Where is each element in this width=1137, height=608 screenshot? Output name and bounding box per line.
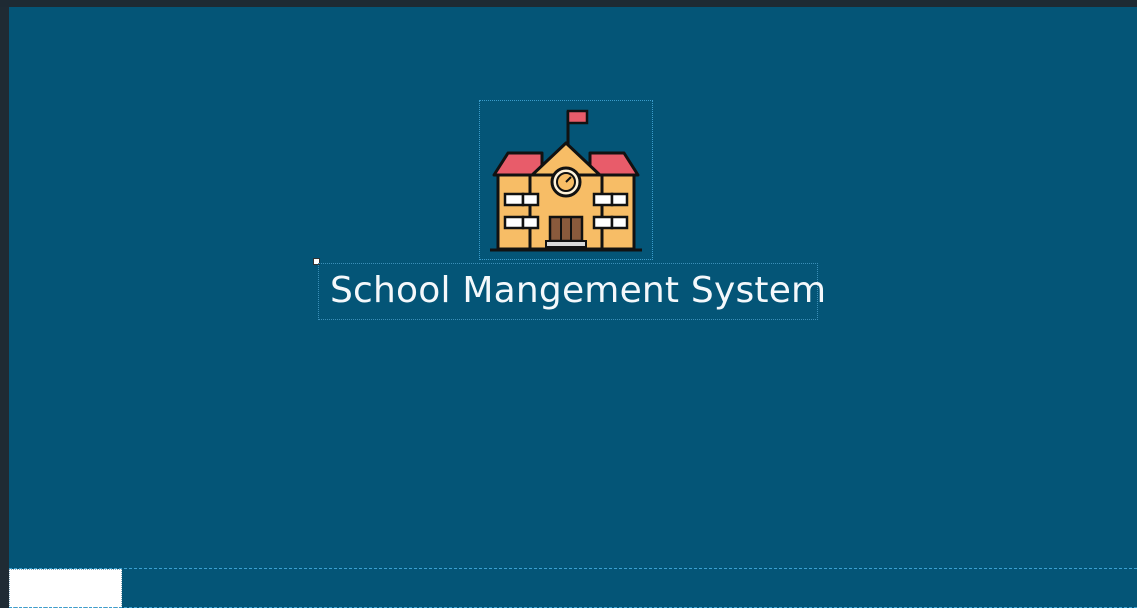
logo-picturebox[interactable] [479, 100, 653, 260]
window-left-strip [0, 7, 9, 608]
title-label-box[interactable]: School Mangement System [318, 263, 826, 320]
bottom-white-panel[interactable] [9, 569, 122, 608]
app-title: School Mangement System [330, 270, 827, 311]
designer-frame: School Mangement System [0, 0, 1137, 608]
window-top-strip [0, 0, 1137, 7]
form-canvas[interactable]: School Mangement System [9, 7, 1137, 608]
bottom-panel-border [9, 568, 1137, 569]
school-building-icon [490, 109, 642, 252]
